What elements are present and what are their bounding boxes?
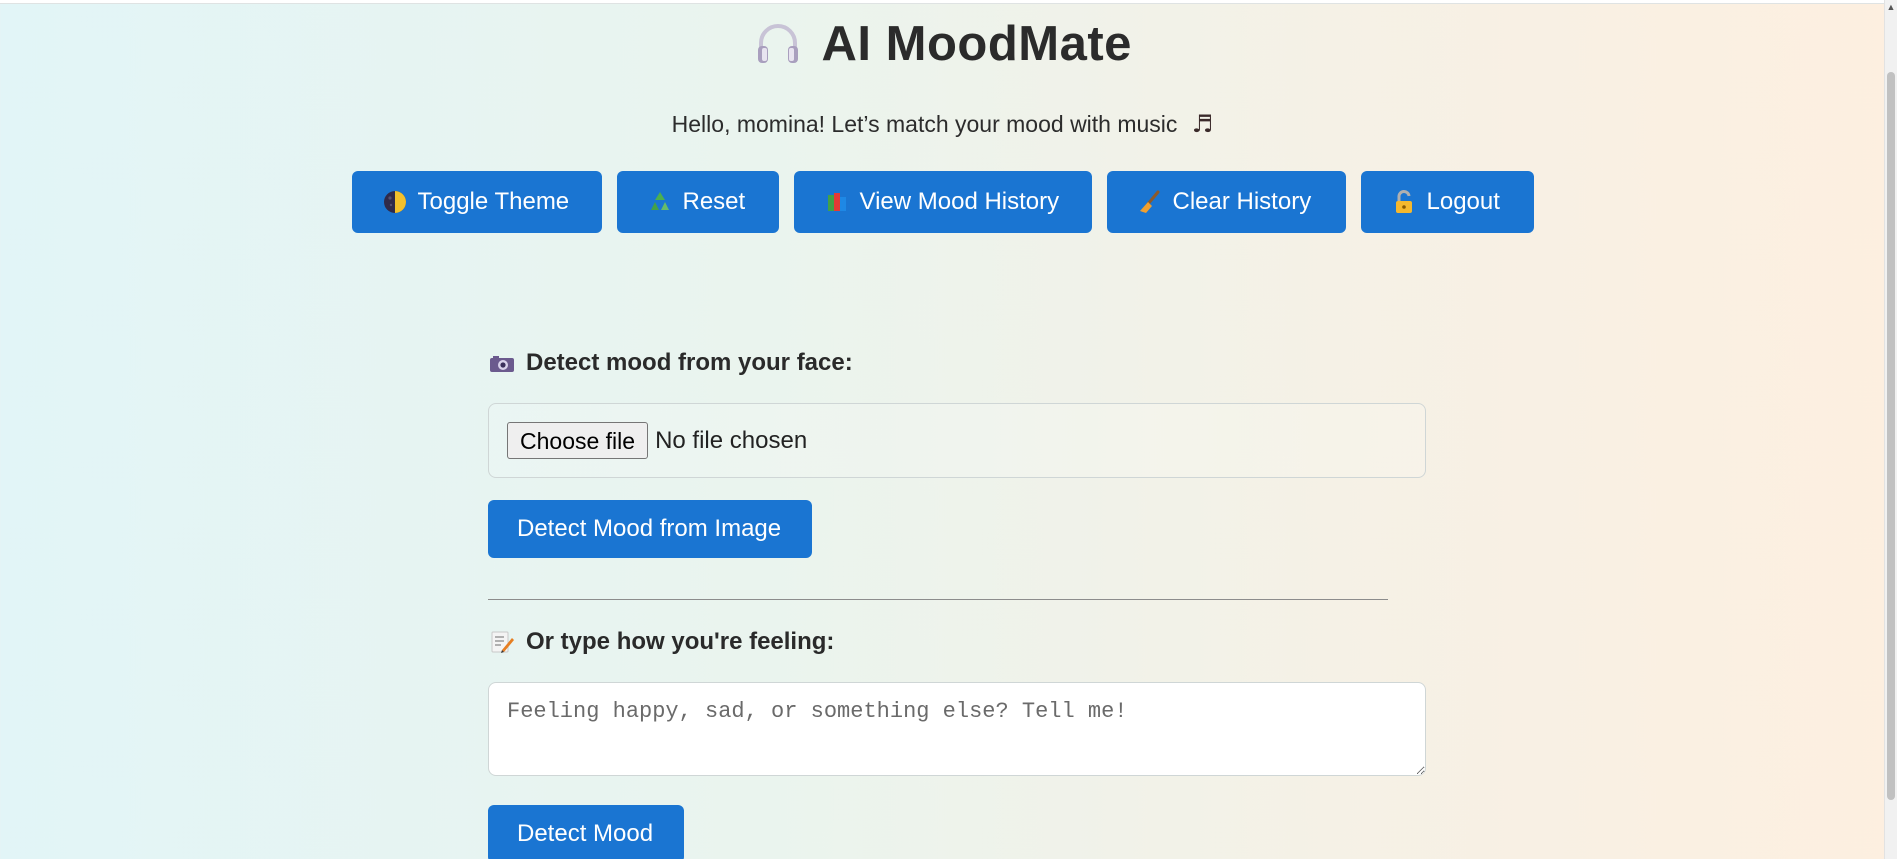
greeting-line: Hello, momina! Let’s match your mood wit… [0,110,1885,138]
recycle-icon [647,189,673,215]
greeting-text: Hello, momina! Let’s match your mood wit… [671,111,1178,137]
music-note-icon: ♬ [1191,110,1214,138]
section-divider [488,599,1388,600]
logout-label: Logout [1426,188,1500,215]
books-icon [824,189,850,215]
face-detect-label-text: Detect mood from your face: [526,349,853,376]
toggle-theme-label: Toggle Theme [417,188,570,215]
page-scrollbar[interactable]: ▲ [1884,0,1897,859]
half-moon-icon [382,189,408,215]
page-title: AI MoodMate [821,17,1132,71]
file-upload-field: Choose file No file chosen [488,403,1426,478]
unlock-icon [1391,189,1417,215]
camera-icon [488,349,516,377]
scrollbar-thumb[interactable] [1887,72,1895,800]
browser-top-edge [0,0,1897,4]
clear-history-button[interactable]: Clear History [1106,171,1346,233]
face-section-heading: Detect mood from your face: [488,349,1426,377]
app-header: AI MoodMate [0,16,1885,72]
clear-history-label: Clear History [1172,188,1312,215]
mood-text-input[interactable] [488,682,1426,776]
memo-icon [488,628,516,656]
toggle-theme-button[interactable]: Toggle Theme [351,171,602,233]
reset-label: Reset [682,188,746,215]
action-toolbar: Toggle Theme Reset View Mood History Cle… [0,171,1885,233]
scroll-up-arrow-icon[interactable]: ▲ [1886,2,1896,12]
face-detect-label: Detect mood from your face: [488,349,1426,377]
choose-file-button[interactable]: Choose file [507,422,649,459]
text-feeling-label-text: Or type how you're feeling: [526,628,835,655]
headphones-icon [753,19,803,69]
reset-button[interactable]: Reset [616,171,779,233]
view-mood-history-button[interactable]: View Mood History [793,171,1092,233]
text-feeling-label: Or type how you're feeling: [488,628,1426,656]
detect-mood-from-image-button[interactable]: Detect Mood from Image [488,500,812,558]
text-section-heading: Or type how you're feeling: [488,628,1426,656]
broom-icon [1137,189,1163,215]
logout-button[interactable]: Logout [1360,171,1534,233]
detect-mood-button[interactable]: Detect Mood [488,805,684,859]
view-mood-history-label: View Mood History [859,188,1060,215]
file-status-text: No file chosen [655,426,808,454]
